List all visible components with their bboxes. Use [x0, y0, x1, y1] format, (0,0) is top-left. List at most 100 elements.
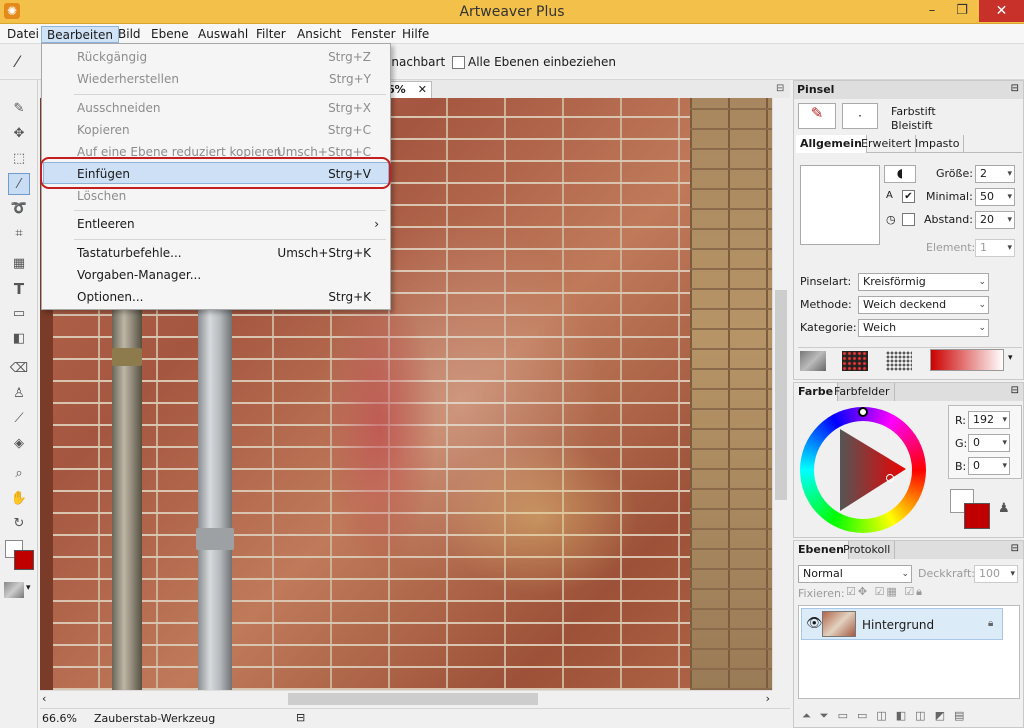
fill-tool-icon[interactable]: ◈	[8, 433, 30, 455]
lock-options[interactable]: ☑✥ ☑▦ ☑🔒︎	[846, 585, 924, 599]
method-select[interactable]: Weich deckend ⌄	[858, 296, 989, 314]
gradient-swatch[interactable]	[930, 349, 1004, 371]
layer-action-buttons[interactable]: ⏶⏷▭▭◫◧◫◩▤	[802, 709, 1020, 723]
spacing-input[interactable]: 20 ▾	[975, 211, 1015, 229]
menu-bild[interactable]: Bild	[113, 26, 146, 43]
rotate-view-icon[interactable]: ↻	[8, 513, 30, 535]
eye-icon[interactable]: 👁︎	[806, 616, 823, 631]
panel-menu-icon[interactable]: ⊟	[1011, 83, 1019, 94]
text-tool-icon[interactable]: T	[8, 278, 30, 300]
brush-category-icon[interactable]: ✎	[798, 103, 836, 129]
b-input[interactable]: 0 ▾	[968, 457, 1010, 475]
minimize-button[interactable]: –	[918, 0, 946, 22]
minimal-input[interactable]: 50 ▾	[975, 188, 1015, 206]
close-icon[interactable]: ✕	[418, 82, 427, 97]
rect-select-icon[interactable]: ⬚	[8, 148, 30, 170]
foreground-color-swatch[interactable]	[14, 550, 34, 570]
close-button[interactable]: ✕	[979, 0, 1024, 22]
menu-item-undo[interactable]: Rückgängig Strg+Z	[43, 46, 389, 68]
menu-bearbeiten[interactable]: Bearbeiten	[41, 26, 119, 43]
panel-menu-icon[interactable]: ⊟	[1011, 385, 1019, 396]
menu-item-purge[interactable]: Entleeren ›	[43, 213, 389, 235]
chevron-down-icon[interactable]: ▾	[1008, 353, 1013, 363]
eraser-tool-icon[interactable]: ⌫	[8, 358, 30, 380]
menu-fenster[interactable]: Fenster	[346, 26, 401, 43]
menu-hilfe[interactable]: Hilfe	[397, 26, 434, 43]
eyedropper-tool-icon[interactable]: ⟋	[8, 408, 30, 430]
stamp-icon[interactable]: ♟	[998, 501, 1010, 516]
gradient-tool-icon[interactable]: ◧	[8, 328, 30, 350]
paper-texture-swatch[interactable]	[800, 351, 826, 371]
perspective-tool-icon[interactable]: ▦	[8, 253, 30, 275]
saturation-triangle[interactable]	[832, 425, 908, 515]
menu-datei[interactable]: Datei	[2, 26, 44, 43]
stamp-tool-icon[interactable]: ♙	[8, 383, 30, 405]
color-panel: Farbe Farbfelder ⊟ R: 192 ▾ G: 0 ▾ B: 0 ▾ ♟	[793, 382, 1024, 538]
layer-name[interactable]: Hintergrund	[862, 618, 934, 632]
move-tool-icon[interactable]: ✥	[8, 123, 30, 145]
tab-farbfelder[interactable]: Farbfelder	[830, 383, 895, 401]
hand-tool-icon[interactable]: ✋	[8, 488, 30, 510]
zoom-level[interactable]: 66.6%	[42, 712, 77, 725]
spacing-checkbox[interactable]	[902, 212, 915, 226]
menu-ebene[interactable]: Ebene	[146, 26, 194, 43]
texture-swatch[interactable]	[4, 582, 24, 598]
element-input[interactable]: 1 ▾	[975, 239, 1015, 257]
brush-shape-icon[interactable]: ◖	[884, 165, 916, 183]
menu-auswahl[interactable]: Auswahl	[193, 26, 253, 43]
brush-type-select[interactable]: Kreisförmig ⌄	[858, 273, 989, 291]
menu-item-redo[interactable]: Wiederherstellen Strg+Y	[43, 68, 389, 90]
horizontal-scroll-thumb[interactable]	[288, 693, 538, 705]
panel-menu-icon[interactable]: ⊟	[776, 83, 784, 94]
r-input[interactable]: 192 ▾	[968, 411, 1010, 429]
lasso-tool-icon[interactable]: ➰	[8, 198, 30, 220]
canvas-pipe-right	[198, 298, 232, 690]
grain-swatch[interactable]	[886, 351, 912, 371]
pressure-icon: A	[886, 190, 893, 201]
menu-separator	[74, 210, 386, 211]
menu-item-options[interactable]: Optionen... Strg+K	[43, 286, 389, 308]
g-input[interactable]: 0 ▾	[968, 434, 1010, 452]
size-input[interactable]: 2 ▾	[975, 165, 1015, 183]
vertical-scroll-thumb[interactable]	[775, 290, 787, 500]
crop-tool-icon[interactable]: ⌗	[8, 223, 30, 245]
menu-item-cut[interactable]: Ausschneiden Strg+X	[43, 97, 389, 119]
opacity-input[interactable]: 100 ▾	[974, 565, 1018, 583]
shape-tool-icon[interactable]: ▭	[8, 303, 30, 325]
layer-row[interactable]: 👁︎ Hintergrund 🔒︎	[801, 608, 1003, 640]
tab-protokoll[interactable]: Protokoll	[839, 541, 896, 559]
pattern-swatch[interactable]	[842, 351, 868, 371]
scroll-left-icon[interactable]: ‹	[42, 692, 46, 705]
layer-list: 👁︎ Hintergrund 🔒︎	[798, 605, 1020, 699]
hue-marker[interactable]	[858, 407, 868, 417]
menu-item-copy[interactable]: Kopieren Strg+C	[43, 119, 389, 141]
panel-menu-icon[interactable]: ⊟	[1011, 543, 1019, 554]
brush-variant-name[interactable]: Bleistift	[891, 119, 933, 132]
status-tool-name: Zauberstab-Werkzeug	[94, 712, 216, 725]
status-menu-icon[interactable]: ⊟	[296, 711, 305, 724]
canvas-pipe-clamp	[196, 528, 234, 550]
zoom-tool-icon[interactable]: ⌕	[8, 463, 30, 485]
magic-wand-tool-icon[interactable]: ⁄	[8, 173, 30, 195]
maximize-button[interactable]: ❐	[948, 0, 976, 22]
menu-item-preset-manager[interactable]: Vorgaben-Manager...	[43, 264, 389, 286]
brush-preview	[800, 165, 880, 245]
brush-tool-icon[interactable]: ✎	[8, 98, 30, 120]
brush-category-name[interactable]: Farbstift	[891, 105, 936, 118]
blend-mode-select[interactable]: Normal ⌄	[798, 565, 912, 583]
divider	[798, 347, 1022, 348]
tab-erweitert[interactable]: Erweitert	[857, 135, 917, 153]
menu-item-keyboard-shortcuts[interactable]: Tastaturbefehle... Umsch+Strg+K	[43, 242, 389, 264]
scroll-right-icon[interactable]: ›	[766, 692, 770, 705]
menu-filter[interactable]: Filter	[251, 26, 291, 43]
layers-panel-tabs: Ebenen Protokoll	[794, 541, 1023, 559]
menu-ansicht[interactable]: Ansicht	[292, 26, 346, 43]
color-marker[interactable]	[886, 474, 894, 482]
brush-variant-icon[interactable]: ·	[842, 103, 878, 129]
foreground-color-swatch[interactable]	[964, 503, 990, 529]
chevron-down-icon[interactable]: ▾	[26, 583, 31, 593]
all-layers-checkbox[interactable]	[452, 55, 465, 69]
tab-impasto[interactable]: Impasto	[911, 135, 965, 153]
minimal-checkbox[interactable]: ✔	[902, 189, 915, 203]
category-select[interactable]: Weich ⌄	[858, 319, 989, 337]
